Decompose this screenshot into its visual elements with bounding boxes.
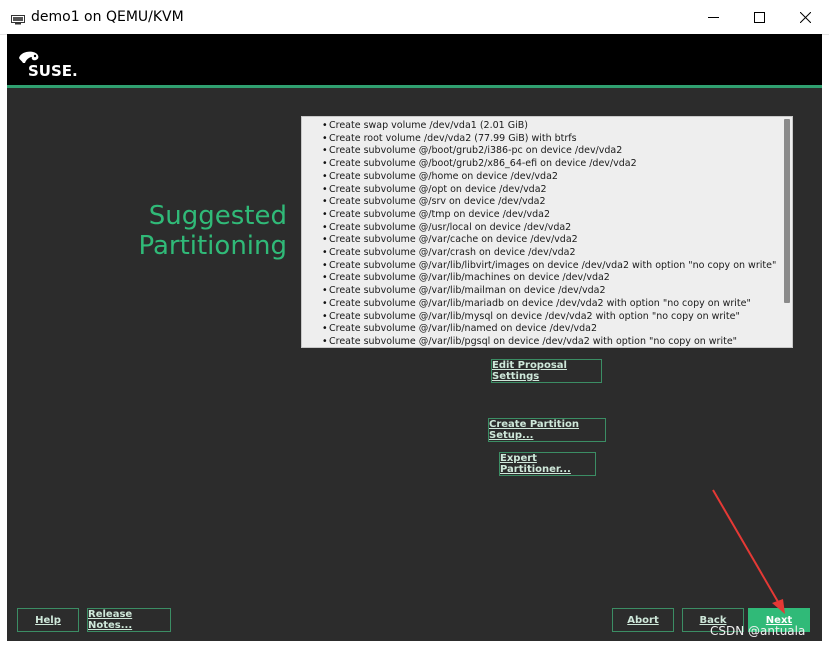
proposal-items: Create swap volume /dev/vda1 (2.01 GiB)C… — [302, 117, 792, 347]
proposal-item: Create subvolume @/var/lib/named on devi… — [302, 323, 792, 336]
installer-header: SUSE. — [7, 34, 822, 85]
proposal-item: Create subvolume @/home on device /dev/v… — [302, 171, 792, 184]
svg-text:SUSE.: SUSE. — [28, 62, 77, 78]
proposal-item: Create subvolume @/boot/grub2/i386-pc on… — [302, 145, 792, 158]
create-partition-setup-button[interactable]: Create Partition Setup... — [488, 418, 606, 442]
expert-partitioner-button[interactable]: Expert Partitioner... — [499, 452, 596, 476]
release-notes-button[interactable]: Release Notes... — [87, 608, 171, 632]
page-title: Suggested Partitioning — [87, 201, 287, 261]
proposal-item: Create subvolume @/usr/local on device /… — [302, 222, 792, 235]
window-title: demo1 on QEMU/KVM — [31, 9, 184, 25]
proposal-item: Create subvolume @/var/lib/pgsql on devi… — [302, 336, 792, 347]
proposal-item: Create swap volume /dev/vda1 (2.01 GiB) — [302, 120, 792, 133]
window-titlebar[interactable]: demo1 on QEMU/KVM — [0, 0, 829, 35]
proposal-item: Create subvolume @/var/lib/machines on d… — [302, 272, 792, 285]
proposal-item: Create subvolume @/var/lib/libvirt/image… — [302, 260, 792, 273]
proposal-item: Create subvolume @/srv on device /dev/vd… — [302, 196, 792, 209]
header-accent-line — [7, 85, 822, 88]
proposal-item: Create root volume /dev/vda2 (77.99 GiB)… — [302, 133, 792, 146]
proposal-item: Create subvolume @/var/lib/mysql on devi… — [302, 311, 792, 324]
page-title-line2: Partitioning — [138, 231, 287, 262]
proposal-item: Create subvolume @/boot/grub2/x86_64-efi… — [302, 158, 792, 171]
help-button[interactable]: Help — [17, 608, 79, 632]
close-button[interactable] — [782, 0, 828, 34]
close-icon — [799, 11, 811, 23]
proposal-item: Create subvolume @/var/lib/mariadb on de… — [302, 298, 792, 311]
proposal-item: Create subvolume @/var/crash on device /… — [302, 247, 792, 260]
proposal-item: Create subvolume @/var/cache on device /… — [302, 234, 792, 247]
minimize-button[interactable] — [690, 0, 736, 34]
minimize-icon — [707, 12, 719, 23]
csdn-watermark: CSDN @antuala — [710, 624, 806, 638]
page-title-line1: Suggested — [148, 201, 287, 232]
abort-button[interactable]: Abort — [612, 608, 674, 632]
vm-monitor-icon — [11, 12, 25, 30]
proposal-item: Create subvolume @/opt on device /dev/vd… — [302, 184, 792, 197]
edit-proposal-settings-button[interactable]: Edit Proposal Settings — [491, 359, 602, 383]
vm-screen: SUSE. Suggested Partitioning Create swap… — [7, 34, 822, 641]
suse-logo: SUSE. — [17, 48, 78, 83]
proposal-item: Create subvolume @/var/lib/mailman on de… — [302, 285, 792, 298]
maximize-button[interactable] — [736, 0, 782, 34]
maximize-icon — [753, 11, 765, 23]
partition-proposal-list[interactable]: Create swap volume /dev/vda1 (2.01 GiB)C… — [301, 116, 793, 348]
proposal-scrollbar[interactable] — [784, 119, 790, 303]
proposal-item: Create subvolume @/tmp on device /dev/vd… — [302, 209, 792, 222]
